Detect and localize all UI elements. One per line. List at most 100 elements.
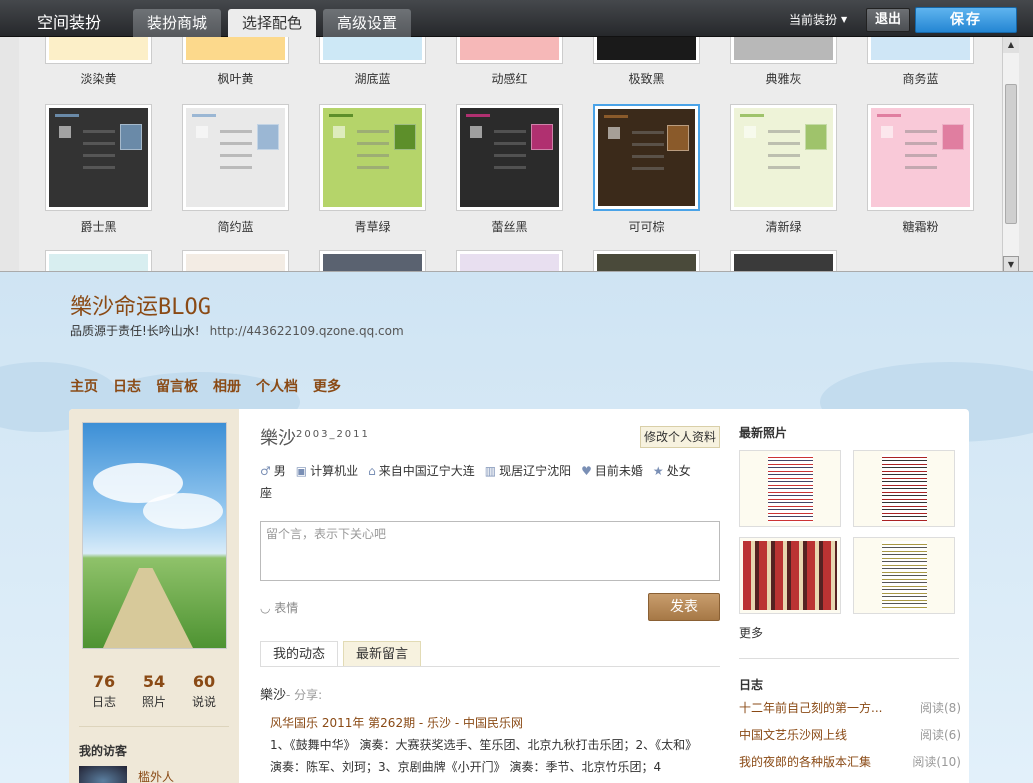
scroll-thumb[interactable]: [1005, 84, 1017, 224]
app-title: 空间装扮: [37, 13, 102, 32]
preview-line: [494, 142, 526, 145]
theme-name[interactable]: 商务蓝: [867, 70, 974, 87]
theme-name[interactable]: 湖底蓝: [319, 70, 426, 87]
profile-avatar[interactable]: [82, 422, 227, 649]
theme-name[interactable]: 清新绿: [730, 218, 837, 235]
photo-thumb[interactable]: [739, 450, 841, 527]
preview-line: [220, 154, 252, 157]
theme-name[interactable]: 蕾丝黑: [456, 218, 563, 235]
info-job: ▣ 计算机业: [296, 464, 358, 478]
scrollbar[interactable]: ▲ ▼: [1002, 37, 1019, 271]
theme-name[interactable]: 青草绿: [319, 218, 426, 235]
preview-header: [55, 114, 79, 117]
theme-thumb[interactable]: [593, 104, 700, 211]
diary-item[interactable]: 十二年前自己刻的第一方... 阅读(8): [739, 699, 961, 716]
preview-line: [632, 131, 664, 134]
preview-line: [83, 154, 115, 157]
nav-guestbook[interactable]: 留言板: [156, 379, 198, 395]
theme-name[interactable]: 极致黑: [593, 70, 700, 87]
theme-thumb[interactable]: [45, 104, 152, 211]
theme-thumb[interactable]: [593, 250, 700, 271]
nav-more[interactable]: 更多: [313, 379, 341, 395]
message-input[interactable]: 留个言，表示下关心吧: [260, 521, 720, 581]
feed-share-label: - 分享:: [286, 688, 323, 702]
visitor-name-link[interactable]: 槛外人: [138, 768, 174, 783]
info-hometown: ⌂ 来自中国辽宁大连: [368, 464, 475, 478]
scroll-down-arrow-icon[interactable]: ▼: [1003, 256, 1019, 271]
blog-url-link[interactable]: http://443622109.qzone.qq.com: [210, 324, 404, 338]
preview-line: [494, 130, 526, 133]
tab-shop[interactable]: 装扮商城: [133, 9, 222, 37]
theme-thumb[interactable]: [45, 250, 152, 271]
theme-name[interactable]: 枫叶黄: [182, 70, 289, 87]
theme-name[interactable]: 爵士黑: [45, 218, 152, 235]
profile-sidebar: 76 日志 54 照片 60 说说 我的访客 槛外人: [69, 409, 239, 783]
post-button[interactable]: 发表: [648, 593, 720, 621]
home-icon: ⌂: [368, 464, 376, 478]
theme-name[interactable]: 动感红: [456, 70, 563, 87]
theme-thumb[interactable]: [730, 104, 837, 211]
theme-thumb[interactable]: [319, 104, 426, 211]
theme-preview: [734, 254, 833, 271]
theme-name[interactable]: 可可棕: [593, 218, 700, 235]
feed-user-link[interactable]: 樂沙: [260, 688, 286, 703]
profile-info: ♂ 男 ▣ 计算机业 ⌂ 来自中国辽宁大连 ▥ 现居辽宁沈阳 ♥ 目前未婚 ★ 处女座: [260, 460, 710, 504]
nav-diary[interactable]: 日志: [113, 379, 141, 395]
feed-title-link[interactable]: 风华国乐 2011年 第262期 - 乐沙 - 中国民乐网: [270, 714, 523, 731]
nav-profile[interactable]: 个人档: [256, 379, 298, 395]
theme-thumb[interactable]: [319, 37, 426, 64]
theme-thumb[interactable]: [182, 37, 289, 64]
current-theme-dropdown[interactable]: 当前装扮 ▼: [789, 11, 847, 28]
diary-item-reads: 阅读(6): [920, 728, 961, 742]
exit-button[interactable]: 退出: [866, 8, 910, 32]
theme-preview: [597, 37, 696, 60]
scroll-up-arrow-icon[interactable]: ▲: [1003, 37, 1019, 53]
save-button[interactable]: 保存: [915, 7, 1017, 33]
photo-image: [857, 541, 951, 610]
stat-photos-count: 54: [142, 672, 166, 691]
profile-name-text: 樂沙: [260, 428, 296, 449]
theme-name[interactable]: 典雅灰: [730, 70, 837, 87]
edit-profile-button[interactable]: 修改个人资料: [640, 426, 720, 448]
theme-thumb[interactable]: [730, 250, 837, 271]
theme-thumb[interactable]: [593, 37, 700, 64]
nav-home[interactable]: 主页: [70, 379, 98, 395]
stat-photos[interactable]: 54 照片: [129, 672, 179, 710]
theme-thumb[interactable]: [182, 104, 289, 211]
stat-posts[interactable]: 60 说说: [179, 672, 229, 710]
diary-item[interactable]: 我的夜郎的各种版本汇集 阅读(10): [739, 753, 961, 770]
smile-icon: ◡: [260, 601, 275, 615]
tab-latest-messages[interactable]: 最新留言: [343, 641, 421, 667]
more-photos-link[interactable]: 更多: [739, 624, 763, 641]
theme-thumb[interactable]: [456, 250, 563, 271]
photo-thumb[interactable]: [853, 450, 955, 527]
tab-my-activity[interactable]: 我的动态: [260, 641, 338, 667]
visitor-avatar[interactable]: [79, 766, 127, 783]
emoji-button[interactable]: ◡ 表情: [260, 599, 298, 616]
theme-name[interactable]: 糖霜粉: [867, 218, 974, 235]
theme-name[interactable]: 淡染黄: [45, 70, 152, 87]
stat-posts-count: 60: [192, 672, 216, 691]
blog-subtitle: 品质源于责任!长吟山水! http://443622109.qzone.qq.co…: [70, 322, 404, 339]
theme-thumb[interactable]: [867, 37, 974, 64]
tab-color-scheme[interactable]: 选择配色: [228, 9, 317, 37]
theme-thumb[interactable]: [867, 104, 974, 211]
theme-thumb[interactable]: [456, 37, 563, 64]
nav-album[interactable]: 相册: [213, 379, 241, 395]
theme-name[interactable]: 简约蓝: [182, 218, 289, 235]
theme-preview: [598, 109, 695, 206]
stat-diary[interactable]: 76 日志: [79, 672, 129, 710]
preview-line: [768, 130, 800, 133]
theme-thumb[interactable]: [319, 250, 426, 271]
photo-thumb[interactable]: [853, 537, 955, 614]
photo-thumb[interactable]: [739, 537, 841, 614]
preview-line: [83, 130, 115, 133]
theme-thumb[interactable]: [730, 37, 837, 64]
preview-line: [220, 142, 252, 145]
theme-thumb[interactable]: [456, 104, 563, 211]
diary-item[interactable]: 中国文艺乐沙网上线 阅读(6): [739, 726, 961, 743]
diary-item-title: 我的夜郎的各种版本汇集: [739, 755, 872, 769]
theme-thumb[interactable]: [45, 37, 152, 64]
tab-advanced[interactable]: 高级设置: [323, 9, 412, 37]
theme-thumb[interactable]: [182, 250, 289, 271]
